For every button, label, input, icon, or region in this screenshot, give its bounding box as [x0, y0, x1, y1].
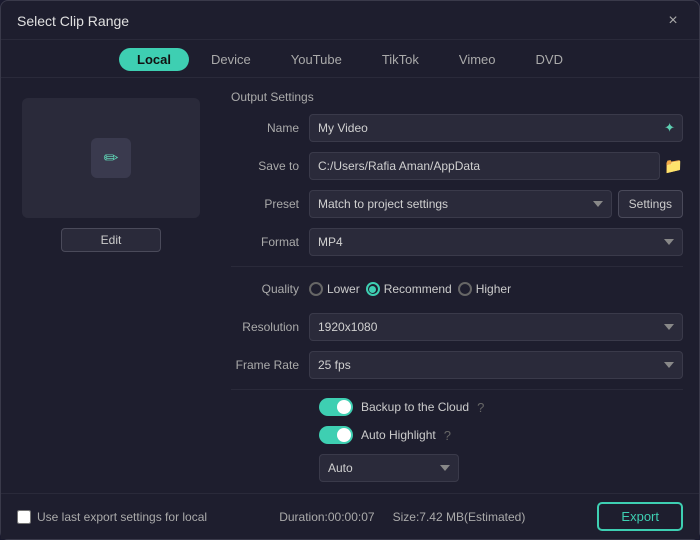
save-to-row: Save to 📁: [231, 152, 683, 180]
preset-input-group: Match to project settings Custom Setting…: [309, 190, 683, 218]
name-input[interactable]: [309, 114, 683, 142]
ai-icon: ✦: [664, 120, 675, 136]
quality-lower-option[interactable]: Lower: [309, 282, 360, 296]
auto-highlight-help-icon[interactable]: ?: [444, 428, 451, 443]
tab-dvd[interactable]: DVD: [518, 48, 581, 71]
size-info: Size:7.42 MB(Estimated): [393, 510, 526, 524]
tab-local[interactable]: Local: [119, 48, 189, 71]
bottom-info: Duration:00:00:07 Size:7.42 MB(Estimated…: [279, 510, 525, 524]
dialog: Select Clip Range × Local Device YouTube…: [0, 0, 700, 540]
backup-cloud-row: Backup to the Cloud ?: [231, 398, 683, 416]
auto-highlight-knob: [337, 428, 351, 442]
save-to-label: Save to: [231, 159, 309, 173]
tab-device[interactable]: Device: [193, 48, 269, 71]
resolution-select[interactable]: 1920x1080 1280x720 3840x2160: [309, 313, 683, 341]
backup-cloud-toggle[interactable]: [319, 398, 353, 416]
frame-rate-row: Frame Rate 25 fps 30 fps 60 fps: [231, 351, 683, 379]
tab-bar: Local Device YouTube TikTok Vimeo DVD: [1, 40, 699, 78]
format-select[interactable]: MP4 MOV AVI MKV: [309, 228, 683, 256]
preset-label: Preset: [231, 197, 309, 211]
frame-rate-select[interactable]: 25 fps 30 fps 60 fps: [309, 351, 683, 379]
right-panel: Output Settings Name ✦ Save to 📁 Prese: [221, 78, 699, 493]
duration-info: Duration:00:00:07: [279, 510, 374, 524]
quality-higher-label: Higher: [476, 282, 511, 296]
backup-cloud-help-icon[interactable]: ?: [477, 400, 484, 415]
edit-button[interactable]: Edit: [61, 228, 161, 252]
backup-cloud-label: Backup to the Cloud: [361, 400, 469, 414]
name-row: Name ✦: [231, 114, 683, 142]
preview-box: ✏: [22, 98, 200, 218]
bottom-bar: Use last export settings for local Durat…: [1, 493, 699, 539]
preset-select[interactable]: Match to project settings Custom: [309, 190, 612, 218]
auto-highlight-row: Auto Highlight ?: [231, 426, 683, 444]
divider-2: [231, 389, 683, 390]
quality-recommend-label: Recommend: [384, 282, 452, 296]
save-to-input-group: 📁: [309, 152, 683, 180]
preset-row: Preset Match to project settings Custom …: [231, 190, 683, 218]
tab-vimeo[interactable]: Vimeo: [441, 48, 514, 71]
name-input-wrapper: ✦: [309, 114, 683, 142]
use-last-settings-label[interactable]: Use last export settings for local: [17, 510, 207, 524]
dialog-title: Select Clip Range: [17, 13, 129, 29]
use-last-settings-checkbox[interactable]: [17, 510, 31, 524]
output-settings-title: Output Settings: [231, 90, 683, 104]
quality-higher-radio[interactable]: [458, 282, 472, 296]
close-button[interactable]: ×: [663, 11, 683, 31]
quality-higher-option[interactable]: Higher: [458, 282, 511, 296]
backup-cloud-knob: [337, 400, 351, 414]
quality-options: Lower Recommend Higher: [309, 282, 683, 296]
auto-highlight-toggle[interactable]: [319, 426, 353, 444]
save-to-input[interactable]: [309, 152, 660, 180]
quality-recommend-radio[interactable]: [366, 282, 380, 296]
left-panel: ✏ Edit: [1, 78, 221, 493]
tab-tiktok[interactable]: TikTok: [364, 48, 437, 71]
content-area: ✏ Edit Output Settings Name ✦ Save to: [1, 78, 699, 493]
auto-select-row: Auto Manual: [231, 454, 683, 482]
quality-recommend-option[interactable]: Recommend: [366, 282, 452, 296]
resolution-row: Resolution 1920x1080 1280x720 3840x2160: [231, 313, 683, 341]
auto-highlight-label: Auto Highlight: [361, 428, 436, 442]
settings-button[interactable]: Settings: [618, 190, 683, 218]
divider-1: [231, 266, 683, 267]
quality-label: Quality: [231, 282, 309, 296]
name-label: Name: [231, 121, 309, 135]
auto-select[interactable]: Auto Manual: [319, 454, 459, 482]
preview-pencil-icon: ✏: [91, 138, 131, 178]
format-label: Format: [231, 235, 309, 249]
quality-lower-radio[interactable]: [309, 282, 323, 296]
title-bar: Select Clip Range ×: [1, 1, 699, 40]
export-button[interactable]: Export: [597, 502, 683, 531]
quality-lower-label: Lower: [327, 282, 360, 296]
quality-row: Quality Lower Recommend Higher: [231, 275, 683, 303]
pencil-symbol: ✏: [103, 148, 118, 169]
resolution-label: Resolution: [231, 320, 309, 334]
folder-icon[interactable]: 📁: [664, 157, 683, 175]
format-row: Format MP4 MOV AVI MKV: [231, 228, 683, 256]
frame-rate-label: Frame Rate: [231, 358, 309, 372]
use-last-settings-text: Use last export settings for local: [37, 510, 207, 524]
tab-youtube[interactable]: YouTube: [273, 48, 360, 71]
